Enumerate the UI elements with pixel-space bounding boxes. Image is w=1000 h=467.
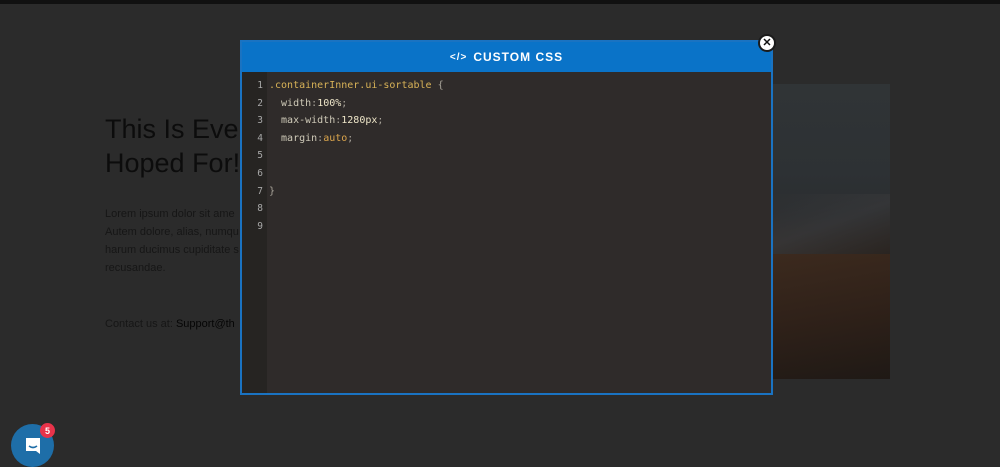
- code-token: .containerInner.ui-sortable: [269, 80, 432, 91]
- code-text: max-width:1280px;: [269, 112, 383, 130]
- contact-line: Contact us at: Support@th: [105, 318, 240, 330]
- close-icon[interactable]: ✕: [758, 34, 776, 52]
- page-heading: This Is Eve Hoped For!: [105, 112, 245, 180]
- code-token: ;: [347, 132, 354, 144]
- chat-icon: [25, 437, 40, 454]
- modal-title: CUSTOM CSS: [473, 50, 564, 64]
- line-number: 9: [257, 220, 263, 232]
- line-number: 6: [257, 168, 263, 179]
- code-token: ;: [341, 97, 348, 109]
- code-line: 5: [242, 147, 762, 165]
- notification-badge: 5: [40, 423, 55, 438]
- line-number: 8: [257, 203, 263, 215]
- code-text: margin:auto;: [269, 130, 353, 148]
- page-paragraph: Lorem ipsum dolor sit ame Autem dolore, …: [105, 205, 240, 277]
- line-number: 7: [257, 185, 263, 197]
- css-editor[interactable]: 1 .containerInner.ui-sortable {2 width:10…: [242, 72, 771, 393]
- paragraph-line: Autem dolore, alias, numqu: [105, 226, 239, 238]
- line-number: 1: [257, 80, 263, 91]
- code-token: ;: [377, 115, 384, 127]
- paragraph-line: Lorem ipsum dolor sit ame: [105, 208, 235, 220]
- code-line: 4 margin:auto;: [242, 130, 762, 148]
- line-number: 3: [257, 115, 263, 127]
- code-token: }: [269, 185, 276, 197]
- contact-label: Contact us at:: [105, 318, 176, 330]
- code-line: 1 .containerInner.ui-sortable {: [242, 77, 762, 95]
- custom-css-modal: </> CUSTOM CSS 1 .containerInner.ui-sorta…: [240, 40, 773, 395]
- code-line: 8: [242, 200, 762, 218]
- code-token: margin: [269, 132, 318, 144]
- code-token: 100%: [317, 97, 342, 109]
- code-token: {: [431, 80, 444, 91]
- paragraph-line: harum ducimus cupiditate s: [105, 244, 239, 256]
- code-line: 9: [242, 218, 762, 236]
- modal-header: </> CUSTOM CSS: [242, 42, 771, 72]
- page-heading-line-2: Hoped For!: [105, 148, 241, 178]
- hero-image: [770, 84, 890, 379]
- page-heading-line-1: This Is Eve: [105, 114, 239, 144]
- line-number: 4: [257, 132, 263, 144]
- code-token: auto: [323, 132, 348, 144]
- code-text: .containerInner.ui-sortable {: [269, 77, 444, 95]
- code-token: max-width: [269, 115, 336, 127]
- code-line: 7}: [242, 183, 762, 201]
- contact-email-link[interactable]: Support@th: [176, 318, 235, 330]
- line-number: 5: [257, 150, 263, 162]
- code-token: 1280px: [341, 115, 378, 127]
- paragraph-line: recusandae.: [105, 262, 166, 274]
- code-line: 2 width:100%;: [242, 95, 762, 113]
- code-text: }: [269, 183, 275, 201]
- code-token: width: [269, 97, 312, 109]
- code-text: width:100%;: [269, 95, 347, 113]
- code-line: 6: [242, 165, 762, 183]
- line-number: 2: [257, 97, 263, 109]
- mountain-slope: [770, 254, 890, 379]
- code-icon: </>: [449, 51, 468, 63]
- mountain-ridge: [770, 194, 890, 254]
- code-line: 3 max-width:1280px;: [242, 112, 762, 130]
